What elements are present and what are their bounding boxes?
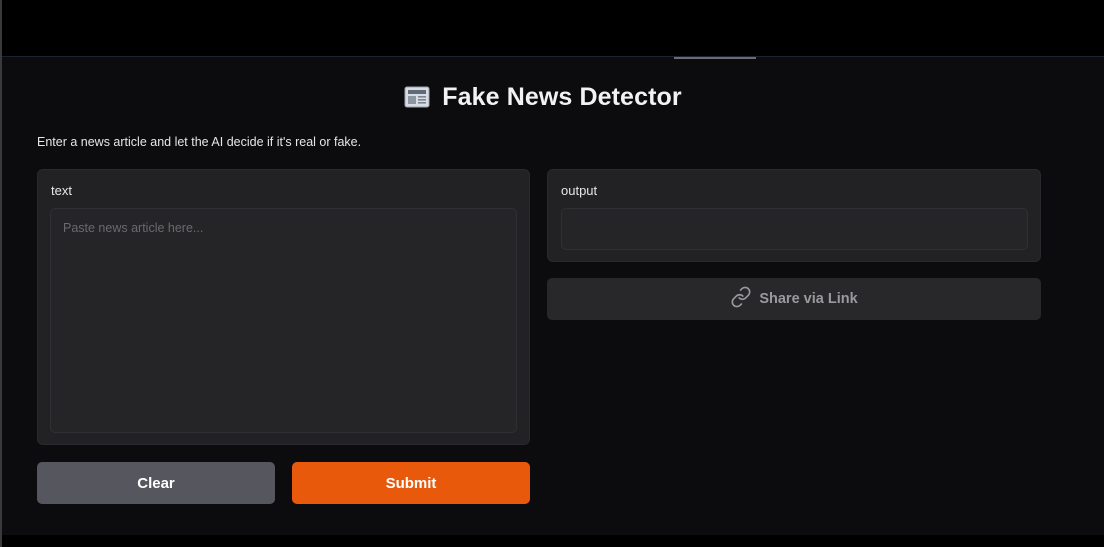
page-header: Fake News Detector [2,79,1084,115]
output-label: output [561,183,598,198]
tab-indicator [674,57,756,59]
submit-button[interactable]: Submit [292,462,530,504]
page-title: Fake News Detector [442,82,682,111]
output-panel: output [547,169,1041,262]
app-container: Fake News Detector Enter a news article … [2,56,1104,536]
share-via-link-button[interactable]: Share via Link [547,278,1041,320]
text-input-label: text [51,183,72,198]
app-window: Fake News Detector Enter a news article … [0,0,1104,547]
text-input-panel: text [37,169,530,445]
share-button-label: Share via Link [759,291,858,307]
output-field[interactable] [561,208,1028,250]
news-article-input[interactable] [50,208,517,433]
link-icon [730,286,752,312]
newspaper-icon [404,86,430,108]
page-description: Enter a news article and let the AI deci… [37,135,362,149]
bottom-bar [2,535,1104,547]
clear-button[interactable]: Clear [37,462,275,504]
